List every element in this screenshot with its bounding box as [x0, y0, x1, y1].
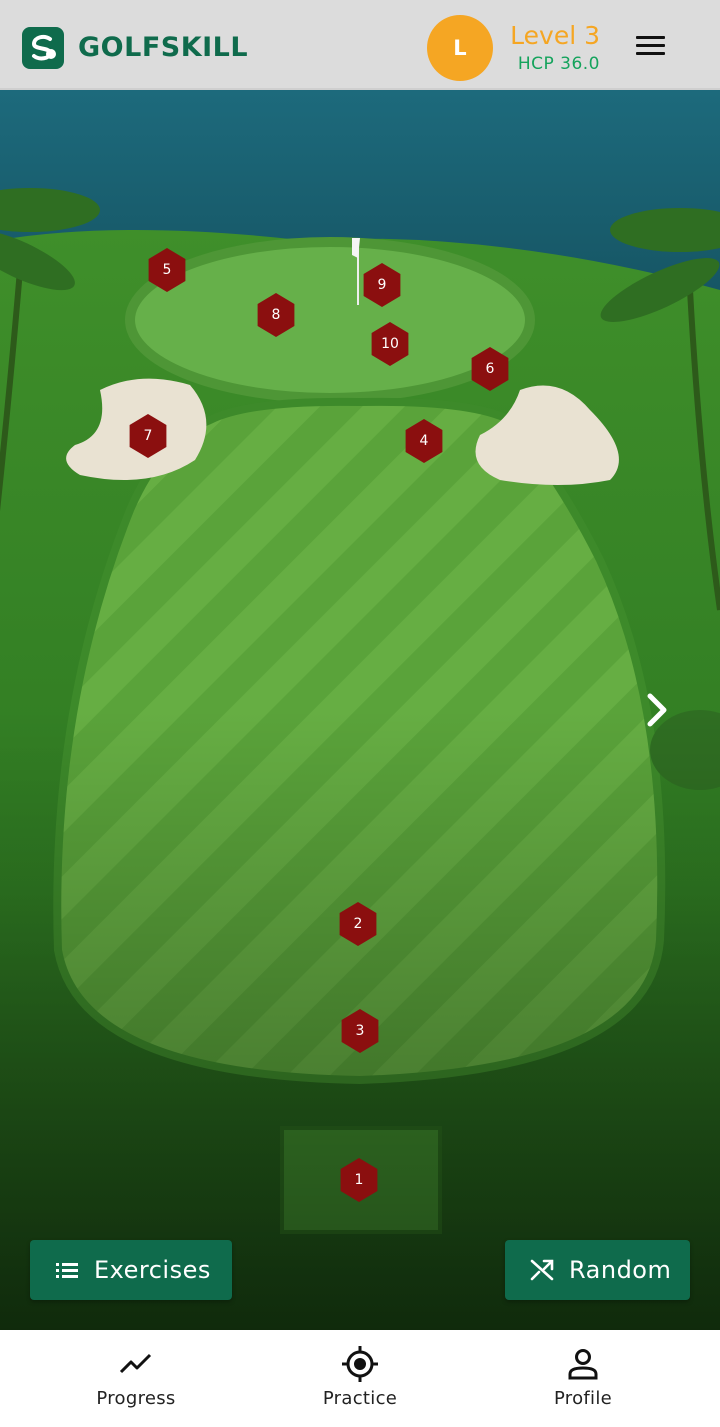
level-label: Level 3	[510, 21, 600, 50]
course-image	[0, 90, 720, 1330]
chevron-right-icon[interactable]	[640, 690, 676, 730]
person-icon	[568, 1349, 598, 1380]
app-header: GOLFSKILL L Level 3 HCP 36.0	[0, 0, 720, 90]
trend-line-icon	[119, 1353, 152, 1374]
random-label: Random	[569, 1256, 672, 1284]
nav-progress-label: Progress	[96, 1388, 176, 1409]
brand-name: GOLFSKILL	[78, 32, 249, 63]
list-icon	[56, 1263, 78, 1278]
nav-profile[interactable]: Profile	[483, 1330, 683, 1427]
course-map: 1 2 3 4 5 6 7 8 9 10 Exercises Random	[0, 90, 720, 1330]
hamburger-menu-icon[interactable]	[636, 36, 668, 62]
random-button[interactable]: Random	[505, 1240, 690, 1300]
nav-profile-label: Profile	[553, 1388, 613, 1409]
handicap-label: HCP 36.0	[517, 54, 600, 74]
golfskill-logo-icon	[22, 27, 64, 69]
crosshair-icon	[342, 1346, 378, 1382]
nav-practice[interactable]: Practice	[260, 1330, 460, 1427]
shuffle-icon	[530, 1259, 554, 1281]
avatar[interactable]: L	[427, 15, 493, 81]
exercises-button[interactable]: Exercises	[30, 1240, 232, 1300]
nav-practice-label: Practice	[322, 1388, 398, 1409]
nav-progress[interactable]: Progress	[36, 1330, 236, 1427]
bottom-navigation: Progress Practice Profile	[0, 1330, 720, 1427]
exercises-label: Exercises	[94, 1256, 211, 1284]
